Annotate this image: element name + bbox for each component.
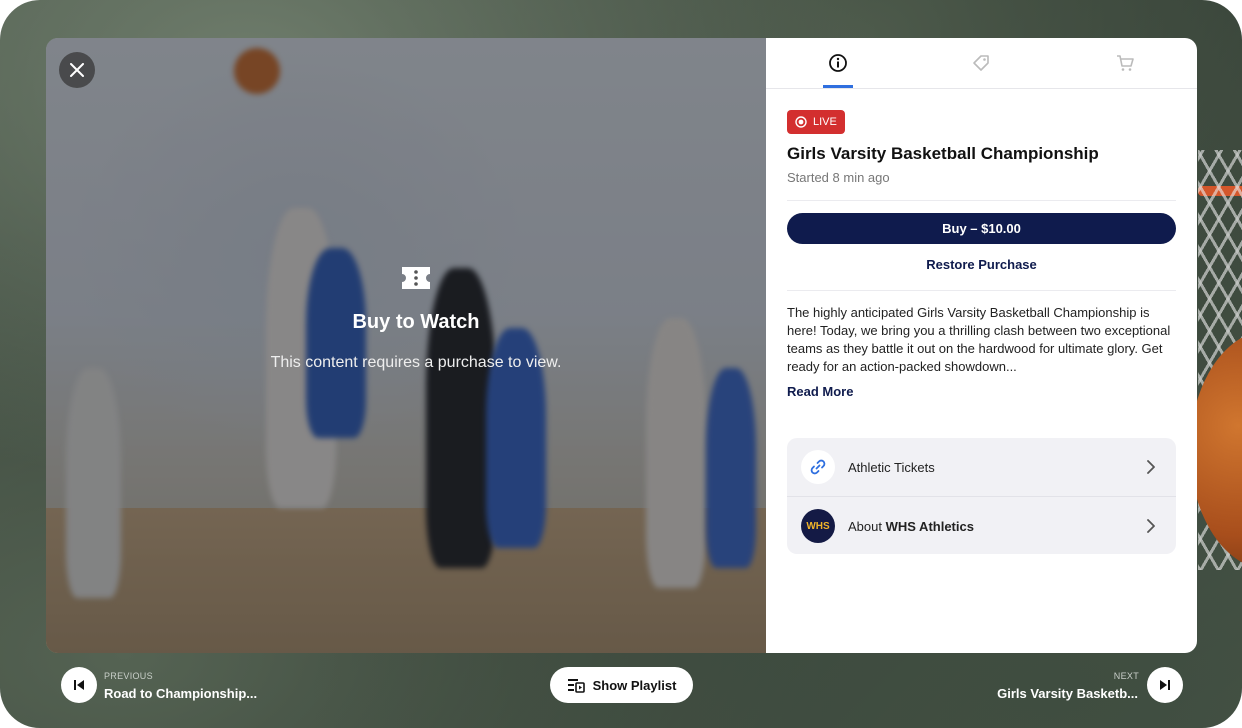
chevron-right-icon — [1147, 460, 1155, 474]
org-name: WHS Athletics — [885, 518, 974, 534]
close-button[interactable] — [59, 52, 95, 88]
tab-info[interactable] — [808, 38, 868, 88]
panel-tabs — [766, 38, 1197, 89]
org-logo: WHS — [801, 509, 835, 543]
info-icon — [829, 54, 847, 72]
close-icon — [70, 63, 84, 77]
show-playlist-label: Show Playlist — [592, 677, 677, 693]
previous-title[interactable]: Road to Championship... — [104, 686, 257, 701]
about-org-label: About WHS Athletics — [848, 519, 974, 534]
related-links: Athletic Tickets WHS About WHS Athletics — [787, 438, 1176, 554]
next-title[interactable]: Girls Varsity Basketb... — [997, 686, 1138, 701]
purchase-overlay: Buy to Watch This content requires a pur… — [46, 265, 786, 372]
previous-button[interactable] — [61, 667, 97, 703]
details-panel: LIVE Girls Varsity Basketball Championsh… — [766, 38, 1197, 653]
divider — [787, 200, 1176, 201]
event-description: The highly anticipated Girls Varsity Bas… — [787, 305, 1171, 374]
live-badge: LIVE — [787, 110, 845, 134]
event-title: Girls Varsity Basketball Championship — [787, 144, 1099, 163]
tag-icon — [973, 55, 989, 71]
divider — [787, 290, 1176, 291]
live-label: LIVE — [813, 116, 837, 128]
athletic-tickets-label: Athletic Tickets — [848, 459, 935, 475]
buy-button[interactable]: Buy – $10.00 — [787, 213, 1176, 244]
previous-caption: PREVIOUS — [104, 671, 153, 681]
overlay-subtitle: This content requires a purchase to view… — [270, 354, 562, 371]
ticket-icon — [400, 265, 432, 291]
next-caption: NEXT — [1113, 671, 1139, 681]
skip-previous-icon — [74, 680, 84, 690]
event-start-time: Started 8 min ago — [787, 170, 890, 185]
overlay-title: Buy to Watch — [352, 311, 480, 333]
about-prefix: About — [848, 518, 886, 534]
tab-offers[interactable] — [951, 38, 1011, 88]
live-icon — [795, 116, 807, 128]
read-more-link[interactable]: Read More — [787, 384, 853, 399]
tab-cart[interactable] — [1095, 38, 1155, 88]
org-logo-text: WHS — [806, 520, 830, 532]
link-icon — [801, 450, 835, 484]
playlist-icon — [567, 679, 585, 693]
about-org-link[interactable]: WHS About WHS Athletics — [787, 496, 1176, 554]
skip-next-icon — [1160, 680, 1170, 690]
cart-icon — [1117, 55, 1134, 71]
app-frame: Buy to Watch This content requires a pur… — [0, 0, 1242, 728]
chevron-right-icon — [1147, 519, 1155, 533]
next-button[interactable] — [1147, 667, 1183, 703]
show-playlist-button[interactable]: Show Playlist — [550, 667, 693, 703]
restore-purchase-link[interactable]: Restore Purchase — [787, 257, 1176, 272]
athletic-tickets-link[interactable]: Athletic Tickets — [787, 438, 1176, 496]
